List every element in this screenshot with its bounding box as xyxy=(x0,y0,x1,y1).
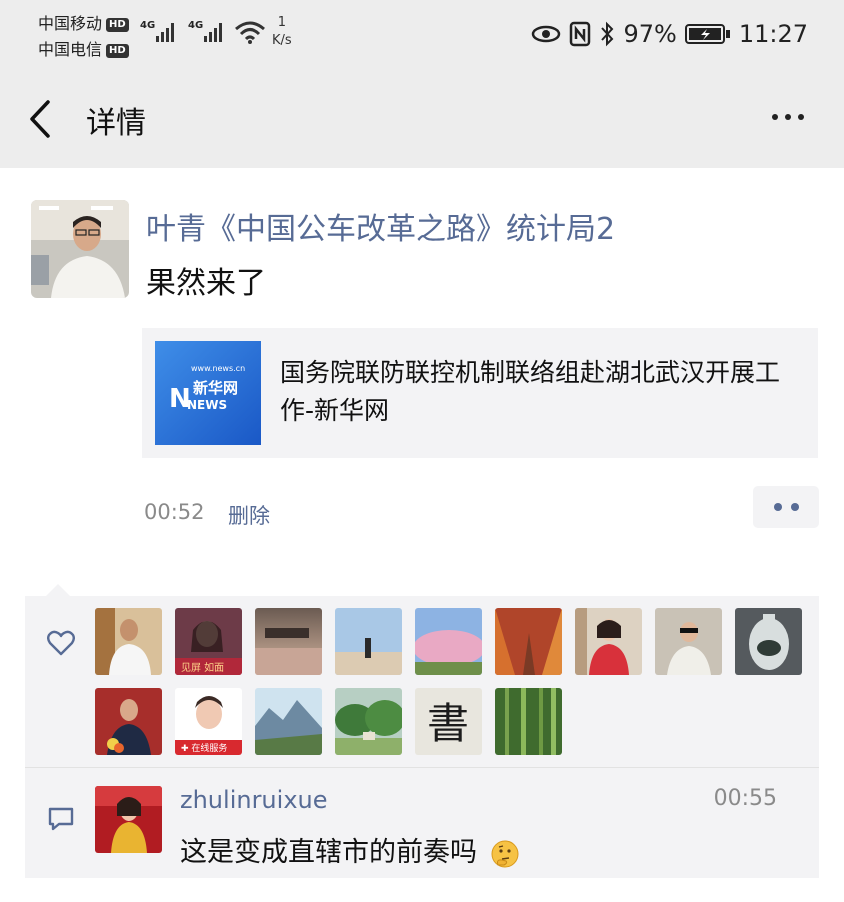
commenter-name[interactable]: zhulinruixue xyxy=(180,786,328,814)
status-right: 97% 11:27 xyxy=(531,18,808,50)
signal-4g-icon-2: 4G xyxy=(188,20,222,42)
thinking-emoji-icon xyxy=(491,840,519,867)
carrier-2: 中国电信 HD xyxy=(38,36,129,60)
net-1-label: 4G xyxy=(140,20,155,31)
signal-4g-icon-1: 4G xyxy=(140,20,174,42)
post-time: 00:52 xyxy=(144,500,205,524)
hd-badge: HD xyxy=(106,17,129,32)
like-avatar[interactable] xyxy=(335,688,402,755)
carrier-2-label: 中国电信 xyxy=(38,40,103,59)
link-title: 国务院联防联控机制联络组赴湖北武汉开展工作-新华网 xyxy=(280,358,781,425)
like-avatar[interactable] xyxy=(255,688,322,755)
like-avatar[interactable] xyxy=(575,608,642,675)
battery-percent: 97% xyxy=(623,20,677,48)
author-name[interactable]: 叶青《中国公车改革之路》统计局2 xyxy=(146,204,615,248)
post-text: 果然来了 xyxy=(146,266,266,301)
like-avatar[interactable] xyxy=(335,608,402,675)
shared-link-card[interactable]: www.news.cn N 新华网 NEWS 国务院联防联控机制联络组赴湖北武汉… xyxy=(142,328,818,458)
eye-icon xyxy=(532,25,561,43)
likes-arrow xyxy=(46,584,70,596)
like-avatar[interactable] xyxy=(255,608,322,675)
thumb-brand: 新华网 xyxy=(193,379,238,397)
carrier-1-label: 中国移动 xyxy=(38,14,103,33)
calligraphy-char: 書 xyxy=(427,699,469,748)
nav-bar: 详情 xyxy=(0,72,844,168)
battery-icon xyxy=(684,24,730,44)
more-options-icon[interactable] xyxy=(772,114,804,120)
page-title: 详情 xyxy=(86,106,146,141)
network-speed: 1 K/s xyxy=(272,14,292,50)
clock: 11:27 xyxy=(738,20,808,48)
thumb-sub: NEWS xyxy=(187,398,227,412)
link-thumbnail: www.news.cn N 新华网 NEWS xyxy=(155,341,261,445)
like-avatar[interactable] xyxy=(495,608,562,675)
speed-value: 1 xyxy=(277,15,286,30)
like-avatar[interactable] xyxy=(95,608,162,675)
comments-panel: zhulinruixue 00:55 这是变成直辖市的前奏吗 xyxy=(25,768,819,878)
author-avatar[interactable] xyxy=(31,200,129,298)
comment-text-content: 这是变成直辖市的前奏吗 xyxy=(180,837,477,868)
svg-text:见屏 如面: 见屏 如面 xyxy=(181,661,224,674)
carrier-1: 中国移动 HD xyxy=(38,10,129,34)
heart-icon xyxy=(47,630,75,656)
like-avatar[interactable]: 書 xyxy=(415,688,482,755)
hd-badge: HD xyxy=(106,43,129,58)
like-avatar[interactable] xyxy=(415,608,482,675)
speed-unit: K/s xyxy=(272,33,292,48)
like-comment-menu-button[interactable] xyxy=(753,486,819,528)
like-avatar[interactable]: 见屏 如面 xyxy=(175,608,242,675)
nfc-icon xyxy=(570,21,591,47)
comment-icon xyxy=(48,807,74,831)
like-avatar[interactable] xyxy=(735,608,802,675)
commenter-avatar[interactable] xyxy=(95,786,162,853)
status-bar: 中国移动 HD 中国电信 HD 4G 4G 1 K/s 97% 11:27 xyxy=(0,0,844,72)
comment-time: 00:55 xyxy=(713,786,777,811)
like-avatar[interactable] xyxy=(655,608,722,675)
like-avatar[interactable] xyxy=(95,688,162,755)
wifi-icon xyxy=(235,21,265,44)
like-avatar[interactable] xyxy=(495,688,562,755)
delete-link[interactable]: 删除 xyxy=(228,500,270,530)
like-avatar[interactable]: ✚ 在线服务 xyxy=(175,688,242,755)
bluetooth-icon xyxy=(601,21,614,47)
thumb-site: www.news.cn xyxy=(191,364,245,373)
comment-text: 这是变成直辖市的前奏吗 xyxy=(180,830,520,869)
back-chevron-icon[interactable] xyxy=(26,96,56,142)
svg-text:✚ 在线服务: ✚ 在线服务 xyxy=(181,742,227,754)
net-2-label: 4G xyxy=(188,20,203,31)
likes-panel: 见屏 如面 ✚ 在线服务 書 xyxy=(25,596,819,767)
